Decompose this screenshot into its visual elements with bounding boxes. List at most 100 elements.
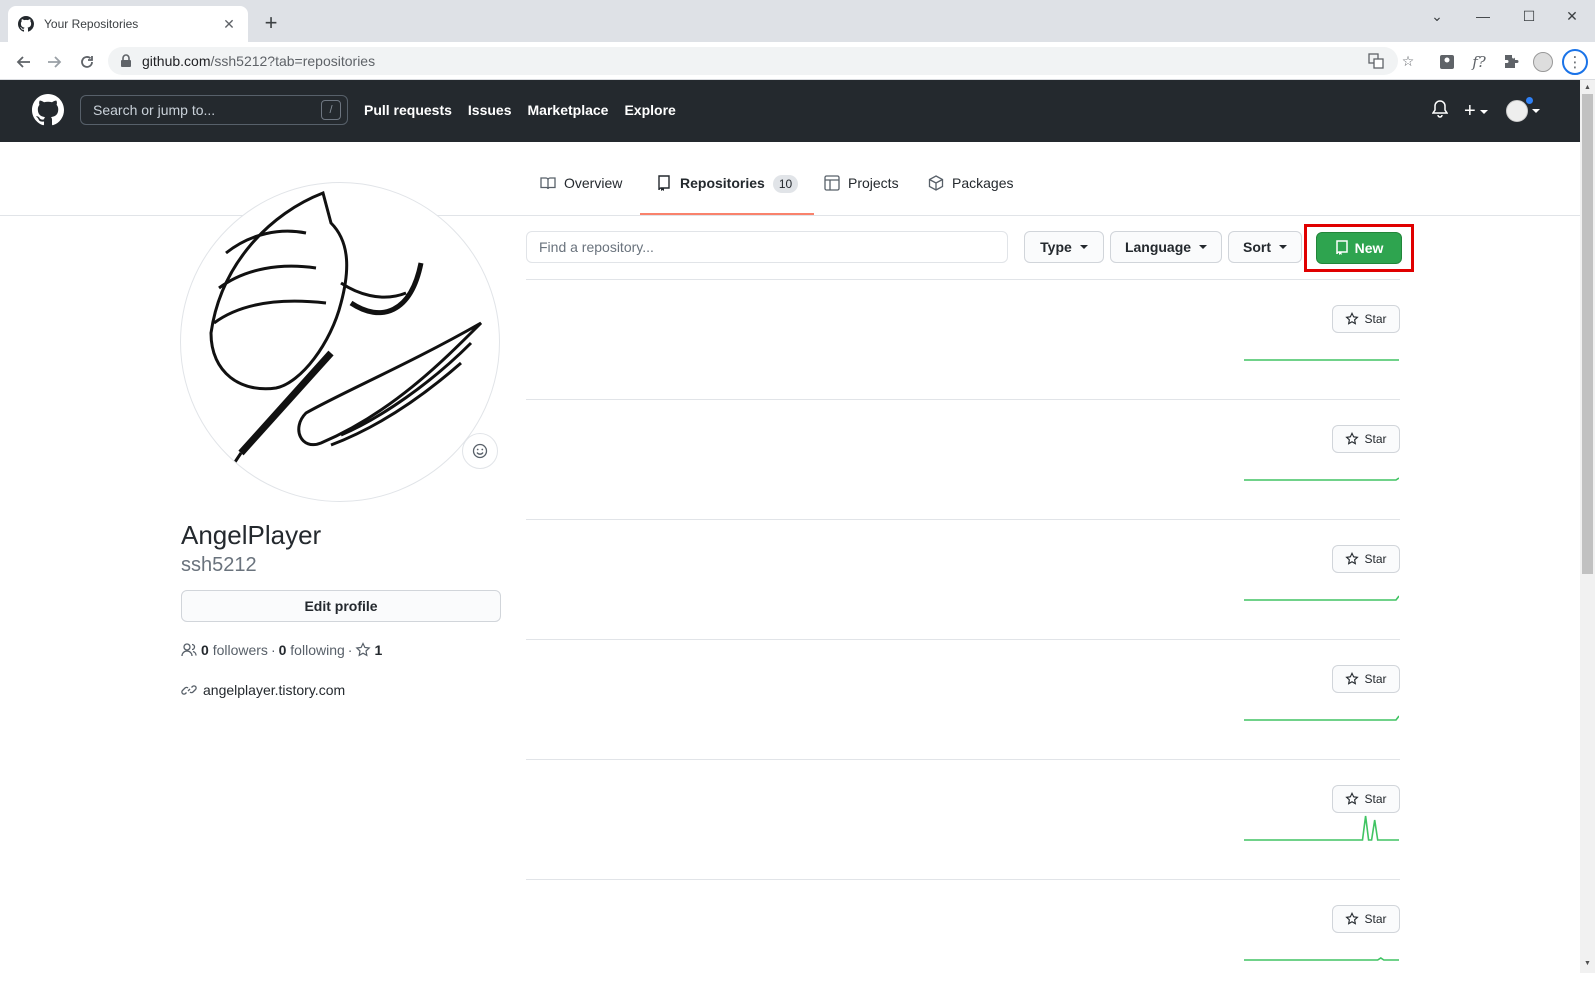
scrollbar-thumb[interactable] xyxy=(1582,94,1593,574)
stars-count: 1 xyxy=(374,642,383,658)
new-tab-button[interactable]: + xyxy=(258,11,284,37)
repo-icon xyxy=(656,175,672,191)
tab-overview[interactable]: Overview xyxy=(524,175,638,215)
reload-icon xyxy=(81,56,93,68)
star-button[interactable]: Star xyxy=(1332,425,1400,453)
nav-pull-requests[interactable]: Pull requests xyxy=(364,102,452,118)
new-button-label: New xyxy=(1354,240,1384,256)
website-link[interactable]: angelplayer.tistory.com xyxy=(203,682,345,698)
followers-link[interactable]: 0 followers xyxy=(201,642,268,658)
sort-filter-button[interactable]: Sort xyxy=(1228,231,1302,263)
maximize-button[interactable]: ☐ xyxy=(1506,0,1552,32)
type-filter-button[interactable]: Type xyxy=(1024,231,1104,263)
user-menu-dropdown[interactable] xyxy=(1506,100,1540,122)
caret-down-icon xyxy=(1199,245,1208,249)
profile-tabs: Overview Repositories 10 Projects Packag… xyxy=(0,142,1580,216)
github-logo-icon[interactable] xyxy=(32,94,64,126)
activity-sparkline xyxy=(1244,815,1399,841)
book-icon xyxy=(540,175,556,191)
tab-repositories[interactable]: Repositories 10 xyxy=(640,175,815,215)
notifications-bell-icon[interactable] xyxy=(1432,100,1448,118)
winged-pen-avatar-image xyxy=(209,191,483,466)
tab-projects[interactable]: Projects xyxy=(808,175,915,215)
page-scrollbar[interactable]: ▲ ▼ xyxy=(1580,80,1595,973)
caret-down-icon xyxy=(1079,245,1088,249)
back-button[interactable] xyxy=(10,49,36,75)
forward-button[interactable] xyxy=(42,49,68,75)
star-button-label: Star xyxy=(1364,912,1387,926)
tab-repositories-label: Repositories xyxy=(680,175,765,191)
minimize-button[interactable]: — xyxy=(1460,0,1506,32)
activity-sparkline xyxy=(1244,359,1399,361)
nav-explore[interactable]: Explore xyxy=(624,102,675,118)
star-icon xyxy=(1345,552,1360,565)
people-icon xyxy=(181,643,197,657)
following-label: following xyxy=(290,642,345,658)
repository-list: Star Star Star Star Star Star xyxy=(526,279,1400,999)
profile-avatar[interactable] xyxy=(180,182,500,502)
scroll-up-arrow-icon[interactable]: ▲ xyxy=(1582,82,1593,94)
tab-search-icon[interactable]: ⌄ xyxy=(1414,0,1460,32)
font-extension-icon[interactable]: f? xyxy=(1468,51,1490,73)
create-new-dropdown[interactable]: + xyxy=(1464,100,1488,123)
star-button[interactable]: Star xyxy=(1332,305,1400,333)
new-repository-button[interactable]: New xyxy=(1316,232,1402,264)
star-button[interactable]: Star xyxy=(1332,905,1400,933)
star-button[interactable]: Star xyxy=(1332,545,1400,573)
profile-extension-icon[interactable] xyxy=(1436,51,1458,73)
star-icon xyxy=(355,642,372,657)
star-icon xyxy=(1345,432,1360,445)
caret-down-icon xyxy=(1479,109,1488,114)
star-button-label: Star xyxy=(1364,432,1387,446)
global-search-input[interactable]: Search or jump to... / xyxy=(80,95,348,125)
activity-line xyxy=(1244,595,1399,601)
reload-button[interactable] xyxy=(74,49,100,75)
star-icon xyxy=(1345,912,1360,925)
smiley-icon xyxy=(472,443,488,459)
window-close-button[interactable]: ✕ xyxy=(1549,0,1595,32)
profile-avatar-icon[interactable] xyxy=(1532,51,1554,73)
language-filter-button[interactable]: Language xyxy=(1110,231,1222,263)
repository-list-item: Star xyxy=(526,399,1400,519)
following-link[interactable]: 0 following xyxy=(279,642,345,658)
browser-menu-icon[interactable]: ⋮ xyxy=(1562,49,1588,75)
star-button-label: Star xyxy=(1364,552,1387,566)
translate-icon[interactable] xyxy=(1366,51,1386,71)
nav-issues[interactable]: Issues xyxy=(468,102,512,118)
star-icon xyxy=(1345,672,1360,685)
followers-label: followers xyxy=(212,642,268,658)
type-filter-label: Type xyxy=(1040,239,1072,255)
set-status-button[interactable] xyxy=(462,433,498,469)
star-button[interactable]: Star xyxy=(1332,785,1400,813)
extensions-puzzle-icon[interactable] xyxy=(1500,51,1522,73)
star-button[interactable]: Star xyxy=(1332,665,1400,693)
search-shortcut-badge: / xyxy=(321,100,341,120)
package-icon xyxy=(928,175,944,191)
activity-line xyxy=(1244,715,1399,721)
nav-marketplace[interactable]: Marketplace xyxy=(528,102,609,118)
repository-list-item: Star xyxy=(526,759,1400,879)
activity-line xyxy=(1244,815,1399,841)
stars-link[interactable]: 1 xyxy=(355,642,382,658)
browser-tab[interactable]: Your Repositories ✕ xyxy=(8,6,248,42)
header-nav: Pull requests Issues Marketplace Explore xyxy=(364,102,676,118)
address-bar[interactable]: github.com/ssh5212?tab=repositories xyxy=(108,47,1398,75)
tab-close-icon[interactable]: ✕ xyxy=(220,16,238,33)
scroll-down-arrow-icon[interactable]: ▼ xyxy=(1582,958,1593,970)
repository-list-item: Star xyxy=(526,519,1400,639)
profile-website: angelplayer.tistory.com xyxy=(181,682,345,698)
activity-sparkline xyxy=(1244,957,1399,961)
activity-sparkline xyxy=(1244,595,1399,601)
star-button-label: Star xyxy=(1364,312,1387,326)
star-button-label: Star xyxy=(1364,672,1387,686)
user-avatar xyxy=(1506,100,1528,122)
edit-profile-button[interactable]: Edit profile xyxy=(181,590,501,622)
caret-down-icon xyxy=(1279,245,1287,249)
find-repository-input[interactable] xyxy=(526,231,1008,263)
github-header: Search or jump to... / Pull requests Iss… xyxy=(0,80,1580,142)
tab-packages[interactable]: Packages xyxy=(912,175,1029,215)
forward-arrow-icon xyxy=(48,56,62,68)
repository-list-item: Star xyxy=(526,639,1400,759)
back-arrow-icon xyxy=(16,56,30,68)
bookmark-star-icon[interactable]: ☆ xyxy=(1398,51,1418,71)
